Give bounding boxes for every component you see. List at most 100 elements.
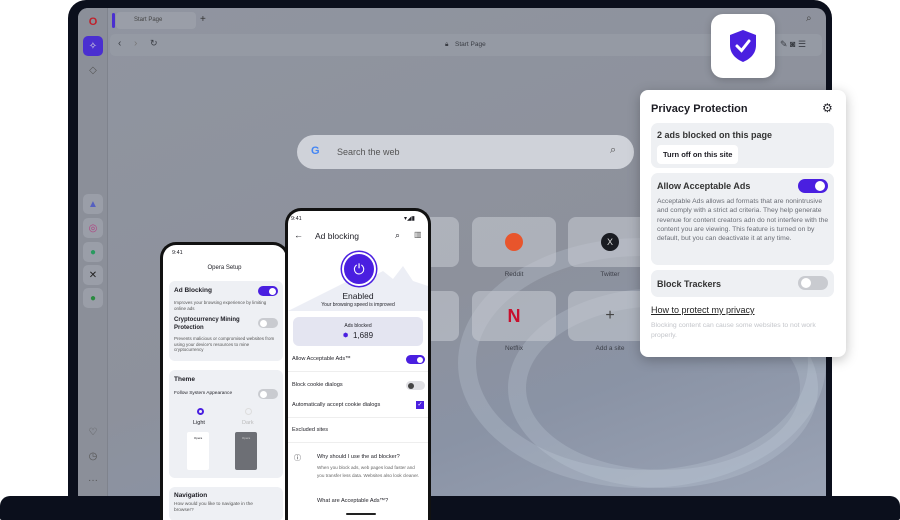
speed-dial-netflix[interactable]: N: [472, 291, 556, 341]
cookie-toggle[interactable]: [406, 381, 425, 390]
status-subtext: Your browsing speed is improved: [321, 302, 395, 308]
ad-blocking-card: Ad Blocking Improves your browsing exper…: [169, 281, 283, 361]
search-icon[interactable]: ⌕: [395, 230, 400, 241]
why-description: When you block ads, web pages load faste…: [317, 465, 420, 478]
search-icon[interactable]: ⌕: [806, 13, 812, 24]
x-icon[interactable]: ✕: [83, 265, 103, 285]
privacy-link[interactable]: How to protect my privacy: [651, 305, 755, 315]
diamond-icon[interactable]: ◇: [83, 60, 103, 80]
active-tab-indicator: [112, 13, 115, 28]
ad-blocking-description: Improves your browsing experience by lim…: [174, 300, 267, 311]
follow-system-toggle[interactable]: [258, 389, 278, 399]
crypto-title: Cryptocurrency Mining Protection: [174, 317, 240, 331]
opera-logo-icon[interactable]: O: [83, 12, 103, 32]
shield-check-icon: [730, 30, 756, 62]
acceptable-ads-description: Acceptable Ads allows ad formats that ar…: [657, 198, 829, 243]
app-icon[interactable]: ▲: [83, 194, 103, 214]
hexagon-icon: ⬢: [343, 333, 349, 339]
why-title: Why should I use the ad blocker?: [317, 454, 400, 460]
instagram-icon[interactable]: ◎: [83, 218, 103, 238]
ads-blocked-text: 2 ads blocked on this page: [657, 130, 773, 140]
popup-title: Privacy Protection: [651, 103, 748, 115]
ads-blocked-card: Ads blocked ⬢ 1,689: [293, 317, 423, 346]
auto-cookie-label: Automatically accept cookie dialogs: [292, 402, 381, 408]
excluded-sites-link[interactable]: Excluded sites: [292, 427, 328, 433]
follow-system-label: Follow System Appearance: [174, 391, 233, 396]
divider: [288, 442, 428, 443]
privacy-protection-popup: Privacy Protection ⚙ 2 ads blocked on th…: [640, 90, 846, 357]
divider: [288, 417, 428, 418]
search-icon: ⌕: [610, 144, 617, 156]
dark-radio[interactable]: [245, 408, 252, 415]
ads-blocked-card: 2 ads blocked on this page Turn off on t…: [651, 123, 834, 168]
speed-dial-reddit[interactable]: [472, 217, 556, 267]
screen-title: Opera Setup: [207, 265, 242, 271]
netflix-icon: N: [507, 305, 521, 326]
privacy-shield-button[interactable]: [711, 14, 775, 78]
gear-icon[interactable]: ⚙: [822, 101, 833, 115]
tab-start-page[interactable]: Start Page: [116, 12, 196, 29]
ads-blocked-count: 1,689: [353, 331, 374, 340]
dark-preview: Opera: [235, 432, 257, 470]
ad-blocking-toggle[interactable]: [258, 286, 278, 296]
crypto-description: Prevents malicious or compromised websit…: [174, 336, 275, 352]
navigation-description: How would you like to navigate in the br…: [174, 502, 253, 513]
speed-dial-label: Reddit: [504, 271, 524, 278]
light-label: Light: [193, 420, 205, 426]
status-time: 9:41: [291, 216, 302, 222]
block-trackers-card: Block Trackers: [651, 270, 834, 297]
back-icon[interactable]: ‹: [118, 38, 121, 49]
home-indicator: [346, 513, 376, 515]
spotify-icon[interactable]: ●: [83, 288, 103, 308]
acceptable-ads-card: Allow Acceptable Ads Acceptable Ads allo…: [651, 173, 834, 265]
light-preview: Opera: [187, 432, 209, 470]
lock-icon: 🔒︎: [445, 41, 449, 48]
forward-icon[interactable]: ›: [134, 38, 137, 49]
back-arrow-icon[interactable]: ←: [294, 230, 303, 240]
theme-card: Theme Follow System Appearance Light Dar…: [169, 370, 283, 478]
navigation-card: Navigation How would you like to navigat…: [169, 487, 283, 520]
ads-blocked-label: Ads blocked: [344, 323, 372, 329]
acceptable-ads-link[interactable]: What are Acceptable Ads™?: [317, 498, 388, 504]
power-button[interactable]: ⏻: [342, 252, 376, 286]
theme-title: Theme: [174, 376, 195, 383]
more-icon[interactable]: ···: [83, 470, 103, 490]
dark-label: Dark: [242, 420, 254, 426]
info-icon: ⓘ: [294, 455, 301, 462]
ad-blocking-title: Ad Blocking: [174, 287, 212, 294]
history-icon[interactable]: ◷: [83, 446, 103, 466]
trash-icon[interactable]: ▥: [414, 230, 422, 239]
divider: [288, 371, 428, 372]
phone-ad-blocking: 9:41 ▾◢▮ ← Ad blocking ⌕ ▥ ⏻ Enabled You…: [285, 208, 431, 520]
light-radio[interactable]: [197, 408, 204, 415]
toolbar-icons[interactable]: ✎ ◙ ☰: [780, 39, 806, 50]
plus-icon: +: [605, 307, 615, 324]
acceptable-ads-toggle[interactable]: [406, 355, 425, 364]
navigation-title: Navigation: [174, 492, 208, 499]
auto-cookie-checkbox[interactable]: ✓: [416, 401, 424, 409]
google-icon: G: [311, 145, 320, 157]
acceptable-ads-title: Allow Acceptable Ads: [657, 181, 751, 191]
status-text: Enabled: [342, 291, 374, 301]
cookie-label: Block cookie dialogs: [292, 382, 343, 388]
whatsapp-icon[interactable]: ●: [83, 242, 103, 262]
reddit-icon: [505, 233, 523, 251]
block-trackers-toggle[interactable]: [798, 276, 828, 290]
address-text: Start Page: [455, 41, 486, 48]
sidebar: O ✧ ◇ ▲ ◎ ● ✕ ● ♡ ◷ ···: [78, 8, 108, 496]
crypto-toggle[interactable]: [258, 318, 278, 328]
block-trackers-title: Block Trackers: [657, 279, 722, 289]
x-icon: X: [601, 233, 619, 251]
search-box[interactable]: G Search the web ⌕: [297, 135, 634, 169]
new-tab-button[interactable]: +: [200, 14, 206, 25]
popup-note: Blocking content can cause some websites…: [651, 322, 816, 339]
turn-off-button[interactable]: Turn off on this site: [657, 145, 739, 164]
phone-opera-setup: 9:41 Opera Setup Ad Blocking Improves yo…: [160, 242, 289, 520]
acceptable-ads-toggle[interactable]: [798, 179, 828, 193]
reload-icon[interactable]: ↻: [150, 38, 158, 49]
screen-title: Ad blocking: [315, 231, 359, 241]
status-time: 9:41: [172, 250, 183, 256]
acceptable-ads-label: Allow Acceptable Ads™: [292, 356, 351, 362]
heart-icon[interactable]: ♡: [83, 422, 103, 442]
aria-icon[interactable]: ✧: [83, 36, 103, 56]
